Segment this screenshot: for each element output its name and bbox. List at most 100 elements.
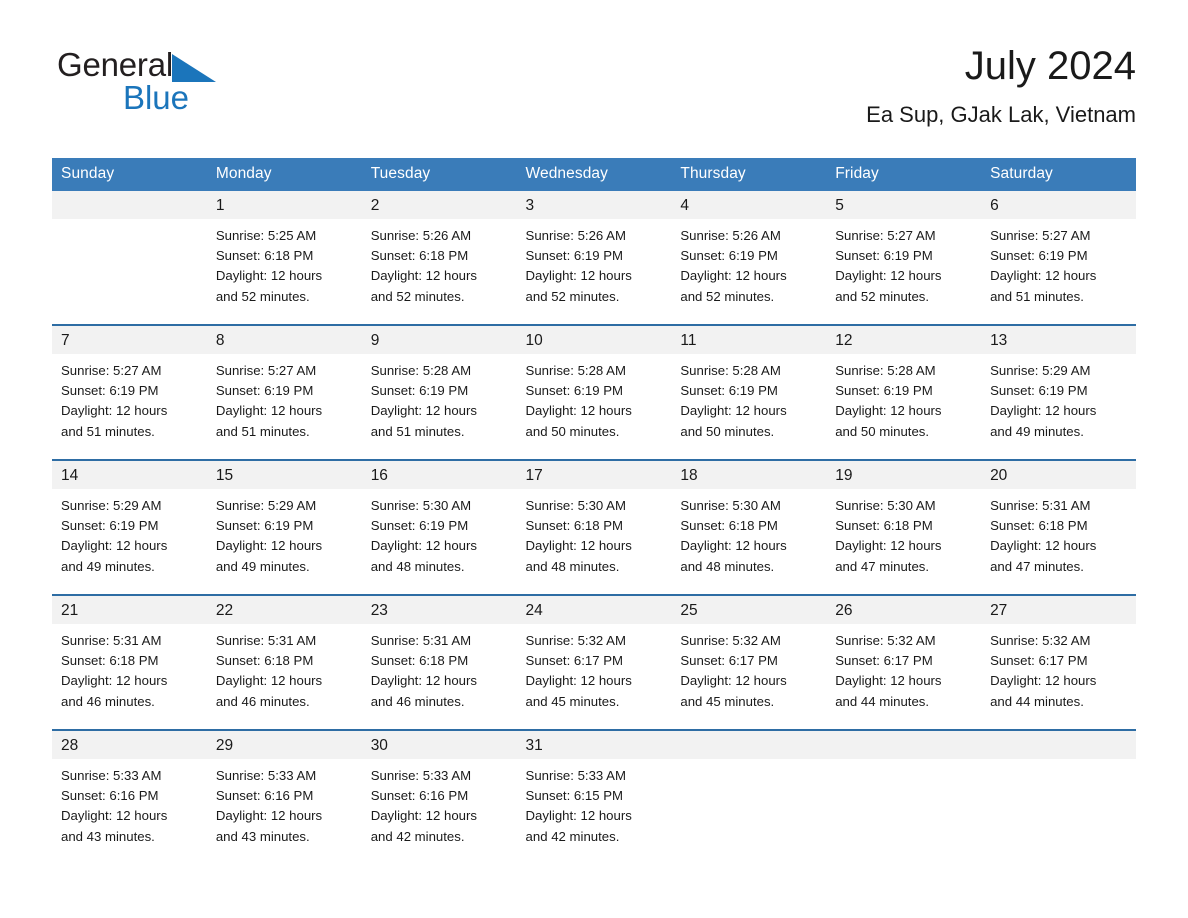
generalblue-logo[interactable]: General Blue [57,48,257,120]
calendar-day-cell[interactable]: 17 Sunrise: 5:30 AM Sunset: 6:18 PM Dayli… [516,459,672,595]
calendar-day-cell[interactable]: 4 Sunrise: 5:26 AM Sunset: 6:19 PM Daylig… [671,191,827,325]
calendar-day-cell[interactable]: 14 Sunrise: 5:29 AM Sunset: 6:19 PM Dayli… [52,459,207,595]
day-number: 4 [671,191,827,219]
calendar-day-cell[interactable]: 11 Sunrise: 5:28 AM Sunset: 6:19 PM Dayli… [671,324,827,460]
weekday-header-tuesday: Tuesday [361,158,517,191]
weekday-header-sunday: Sunday [52,158,207,191]
calendar-day-cell[interactable]: 8 Sunrise: 5:27 AM Sunset: 6:19 PM Daylig… [206,324,362,460]
calendar-day-cell[interactable]: 31 Sunrise: 5:33 AM Sunset: 6:15 PM Dayli… [516,729,672,864]
calendar-day-cell[interactable]: 19 Sunrise: 5:30 AM Sunset: 6:18 PM Dayli… [826,459,982,595]
calendar-day-cell[interactable]: 28 Sunrise: 5:33 AM Sunset: 6:16 PM Dayli… [52,729,207,864]
calendar-day-cell[interactable]: 26 Sunrise: 5:32 AM Sunset: 6:17 PM Dayli… [826,594,982,730]
title-block: July 2024 Ea Sup, GJak Lak, Vietnam [866,40,1136,130]
weekday-header-wednesday: Wednesday [516,158,672,191]
calendar-day-cell[interactable]: 21 Sunrise: 5:31 AM Sunset: 6:18 PM Dayli… [52,594,207,730]
calendar-day-cell[interactable] [52,191,207,325]
day-number: 31 [516,731,672,759]
day-number: 26 [826,596,982,624]
day-details: Sunrise: 5:29 AM Sunset: 6:19 PM Dayligh… [215,498,323,574]
day-details: Sunrise: 5:30 AM Sunset: 6:18 PM Dayligh… [525,498,632,574]
calendar-day-cell[interactable]: 16 Sunrise: 5:30 AM Sunset: 6:19 PM Dayli… [361,459,517,595]
day-number: 27 [981,596,1136,624]
day-details: Sunrise: 5:27 AM Sunset: 6:19 PM Dayligh… [61,363,168,439]
day-details: Sunrise: 5:28 AM Sunset: 6:19 PM Dayligh… [835,363,942,439]
calendar-day-cell[interactable]: 5 Sunrise: 5:27 AM Sunset: 6:19 PM Daylig… [826,191,982,325]
calendar-day-cell[interactable]: 12 Sunrise: 5:28 AM Sunset: 6:19 PM Dayli… [826,324,982,460]
day-number: 13 [981,326,1136,354]
calendar-week-row: 14 Sunrise: 5:29 AM Sunset: 6:19 PM Dayli… [52,459,1136,595]
day-details: Sunrise: 5:27 AM Sunset: 6:19 PM Dayligh… [990,228,1097,304]
day-details [671,759,826,766]
day-number: 24 [516,596,672,624]
location-subtitle: Ea Sup, GJak Lak, Vietnam [866,102,1136,127]
day-number: 29 [206,731,362,759]
day-details: Sunrise: 5:29 AM Sunset: 6:19 PM Dayligh… [61,498,168,574]
day-number: 25 [671,596,827,624]
day-details: Sunrise: 5:33 AM Sunset: 6:16 PM Dayligh… [61,768,168,844]
day-number: 8 [206,326,362,354]
weekday-header-friday: Friday [826,158,982,191]
day-number [671,731,827,759]
day-details: Sunrise: 5:33 AM Sunset: 6:16 PM Dayligh… [215,768,323,844]
day-details: Sunrise: 5:30 AM Sunset: 6:18 PM Dayligh… [835,498,942,574]
day-number: 5 [826,191,982,219]
calendar-day-cell[interactable]: 22 Sunrise: 5:31 AM Sunset: 6:18 PM Dayli… [206,594,362,730]
calendar-day-cell[interactable]: 29 Sunrise: 5:33 AM Sunset: 6:16 PM Dayli… [206,729,362,864]
weekday-header-thursday: Thursday [671,158,827,191]
calendar-day-cell[interactable]: 18 Sunrise: 5:30 AM Sunset: 6:18 PM Dayli… [671,459,827,595]
calendar-day-cell[interactable]: 10 Sunrise: 5:28 AM Sunset: 6:19 PM Dayli… [516,324,672,460]
calendar-day-cell[interactable]: 30 Sunrise: 5:33 AM Sunset: 6:16 PM Dayli… [361,729,517,864]
calendar-day-cell[interactable] [981,729,1136,864]
day-details: Sunrise: 5:30 AM Sunset: 6:19 PM Dayligh… [370,498,477,574]
day-details: Sunrise: 5:31 AM Sunset: 6:18 PM Dayligh… [370,633,477,709]
calendar-header-row: Sunday Monday Tuesday Wednesday Thursday… [52,158,1136,191]
day-number: 12 [826,326,982,354]
calendar-page: General Blue July 2024 Ea Sup, GJak Lak,… [0,0,1188,918]
day-details: Sunrise: 5:33 AM Sunset: 6:16 PM Dayligh… [370,768,477,844]
day-details: Sunrise: 5:31 AM Sunset: 6:18 PM Dayligh… [215,633,323,709]
day-number: 20 [981,461,1136,489]
calendar-day-cell[interactable]: 27 Sunrise: 5:32 AM Sunset: 6:17 PM Dayli… [981,594,1136,730]
day-details: Sunrise: 5:32 AM Sunset: 6:17 PM Dayligh… [835,633,942,709]
calendar-day-cell[interactable]: 9 Sunrise: 5:28 AM Sunset: 6:19 PM Daylig… [361,324,517,460]
day-number: 23 [361,596,517,624]
day-details: Sunrise: 5:25 AM Sunset: 6:18 PM Dayligh… [215,228,323,304]
day-number: 30 [361,731,517,759]
day-number: 15 [206,461,362,489]
day-details: Sunrise: 5:28 AM Sunset: 6:19 PM Dayligh… [370,363,477,439]
day-number: 19 [826,461,982,489]
calendar-day-cell[interactable]: 24 Sunrise: 5:32 AM Sunset: 6:17 PM Dayli… [516,594,672,730]
day-number: 6 [981,191,1136,219]
calendar-day-cell[interactable]: 23 Sunrise: 5:31 AM Sunset: 6:18 PM Dayli… [361,594,517,730]
calendar-day-cell[interactable]: 6 Sunrise: 5:27 AM Sunset: 6:19 PM Daylig… [981,191,1136,325]
weekday-header-saturday: Saturday [981,158,1136,191]
calendar-day-cell[interactable]: 13 Sunrise: 5:29 AM Sunset: 6:19 PM Dayli… [981,324,1136,460]
calendar-day-cell[interactable]: 3 Sunrise: 5:26 AM Sunset: 6:19 PM Daylig… [516,191,672,325]
day-details: Sunrise: 5:31 AM Sunset: 6:18 PM Dayligh… [990,498,1097,574]
day-details: Sunrise: 5:33 AM Sunset: 6:15 PM Dayligh… [525,768,632,844]
calendar-day-cell[interactable]: 2 Sunrise: 5:26 AM Sunset: 6:18 PM Daylig… [361,191,517,325]
calendar-day-cell[interactable] [671,729,827,864]
day-details: Sunrise: 5:27 AM Sunset: 6:19 PM Dayligh… [215,363,323,439]
day-number: 11 [671,326,827,354]
page-title: July 2024 [964,44,1136,88]
calendar-day-cell[interactable]: 7 Sunrise: 5:27 AM Sunset: 6:19 PM Daylig… [52,324,207,460]
day-number [981,731,1136,759]
calendar-day-cell[interactable] [826,729,982,864]
day-number [826,731,982,759]
calendar-day-cell[interactable]: 15 Sunrise: 5:29 AM Sunset: 6:19 PM Dayli… [206,459,362,595]
day-number: 10 [516,326,672,354]
calendar-day-cell[interactable]: 20 Sunrise: 5:31 AM Sunset: 6:18 PM Dayli… [981,459,1136,595]
day-details: Sunrise: 5:32 AM Sunset: 6:17 PM Dayligh… [990,633,1097,709]
day-details [52,219,207,226]
day-number: 7 [52,326,207,354]
calendar-day-cell[interactable]: 25 Sunrise: 5:32 AM Sunset: 6:17 PM Dayli… [671,594,827,730]
calendar-day-cell[interactable]: 1 Sunrise: 5:25 AM Sunset: 6:18 PM Daylig… [206,191,362,325]
logo-row-top: General [57,48,257,84]
day-number: 3 [516,191,672,219]
day-number: 14 [52,461,207,489]
day-number: 1 [206,191,362,219]
day-details: Sunrise: 5:26 AM Sunset: 6:18 PM Dayligh… [370,228,477,304]
day-details: Sunrise: 5:29 AM Sunset: 6:19 PM Dayligh… [990,363,1097,439]
day-number: 17 [516,461,672,489]
